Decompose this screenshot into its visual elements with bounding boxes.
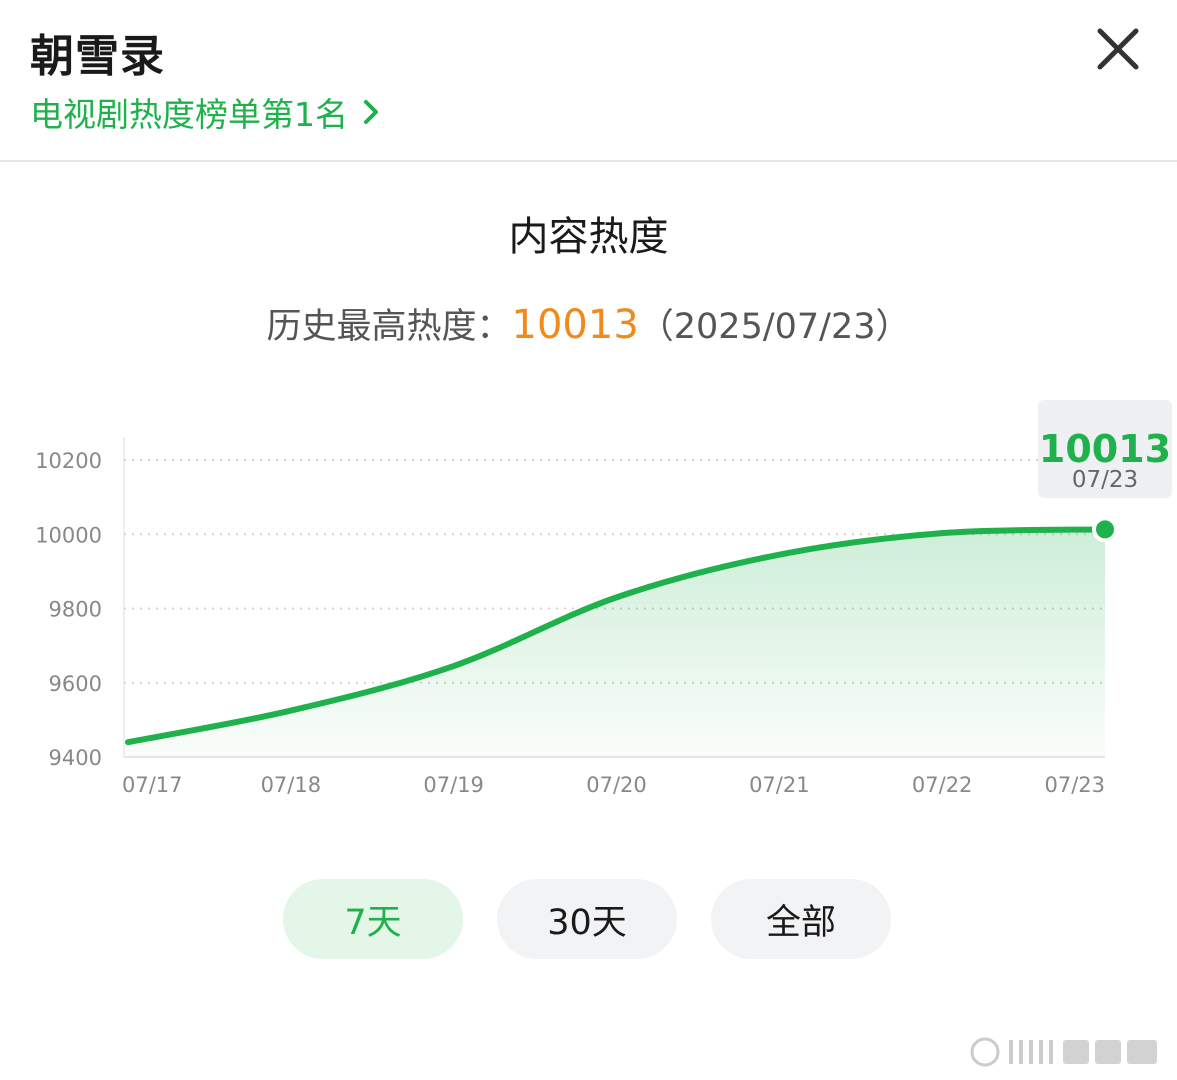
sheet-header: 朝雪录 电视剧热度榜单第1名	[0, 0, 1177, 162]
y-tick-label: 9800	[49, 598, 102, 622]
chevron-right-icon	[364, 100, 378, 124]
tooltip-date: 07/23	[1072, 467, 1138, 493]
peak-heat: 历史最高热度：10013（2025/07/23）	[0, 298, 1177, 349]
tooltip-value: 10013	[1039, 427, 1171, 471]
range-tab[interactable]: 30天	[497, 879, 677, 959]
y-tick-label: 10000	[35, 523, 102, 547]
x-tick-label: 07/23	[1044, 773, 1105, 797]
last-point-marker	[1092, 516, 1118, 543]
y-tick-label: 10200	[35, 449, 102, 473]
range-tabs: 7天 30天 全部	[283, 879, 891, 959]
peak-label: 历史最高热度：	[266, 307, 512, 347]
range-tab[interactable]: 全部	[711, 879, 891, 959]
x-tick-label: 07/21	[749, 773, 810, 797]
watermark-icon	[970, 1037, 1157, 1067]
x-tick-label: 07/20	[586, 773, 647, 797]
section-title: 内容热度	[508, 214, 669, 260]
page-title: 朝雪录	[30, 31, 165, 82]
heat-chart: 10200 10000 9800 9600 9400 07/17 07/18 07/19 07…	[35, 400, 1172, 797]
ranking-link-label: 电视剧热度榜单第1名	[30, 95, 348, 134]
x-tick-label: 07/18	[261, 773, 322, 797]
peak-date: （2025/07/23）	[638, 307, 911, 347]
peak-value: 10013	[511, 302, 639, 348]
ranking-link[interactable]: 电视剧热度榜单第1名	[30, 88, 384, 136]
y-tick-label: 9600	[49, 672, 102, 696]
range-tab[interactable]: 7天	[283, 879, 463, 959]
x-tick-label: 07/17	[122, 773, 183, 797]
y-tick-label: 9400	[49, 746, 102, 770]
close-icon[interactable]	[1095, 26, 1141, 72]
x-tick-label: 07/19	[423, 773, 484, 797]
area-fill	[128, 529, 1105, 757]
x-tick-label: 07/22	[912, 773, 973, 797]
